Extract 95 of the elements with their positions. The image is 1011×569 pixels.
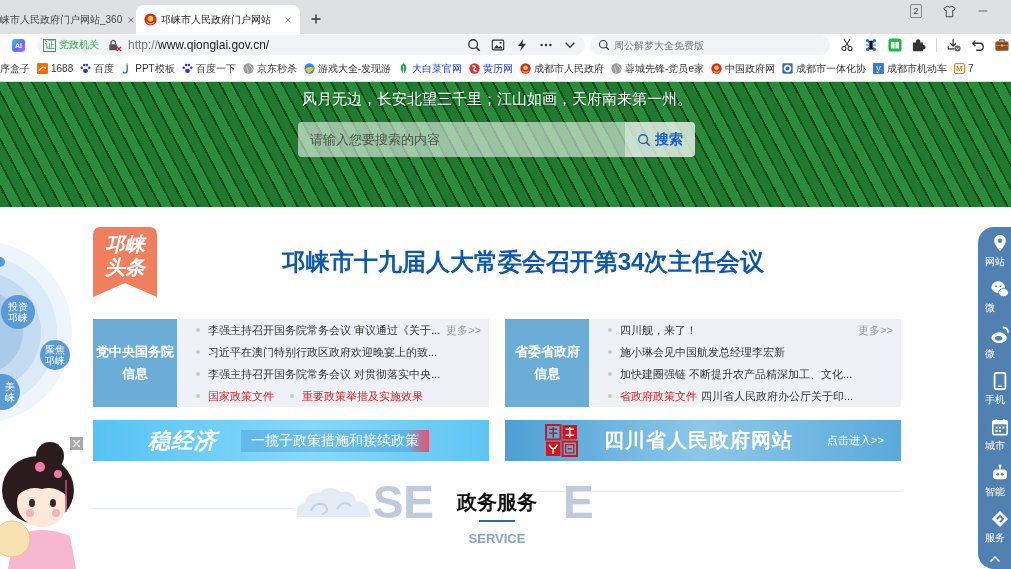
toolbar-item[interactable]: 微 bbox=[978, 326, 1011, 372]
bookmark-item[interactable]: 黄历网 bbox=[469, 61, 514, 76]
news-link[interactable]: 四川省人民政府办公厅关于印... bbox=[701, 388, 854, 404]
bookmark-item[interactable]: 成都市人民政府 bbox=[520, 61, 605, 76]
search-field[interactable]: 周公解梦大全免费版 bbox=[590, 35, 830, 55]
bookmark-item[interactable]: y 成都市机动车 bbox=[872, 61, 947, 76]
browser-tab[interactable]: 崃市人民政府门户网站_360 bbox=[0, 5, 136, 34]
search-icon bbox=[637, 132, 651, 147]
bookmark-item[interactable]: 大白菜官网 bbox=[398, 61, 463, 76]
calendar-icon bbox=[991, 418, 1009, 436]
bookmark-item[interactable]: 蓉城先锋-党员e家 bbox=[611, 61, 704, 76]
bullet-icon bbox=[608, 372, 612, 376]
bullet-icon bbox=[608, 350, 612, 354]
bookmark-item[interactable]: 百度 bbox=[80, 61, 115, 76]
lock-icon[interactable] bbox=[108, 38, 122, 52]
letter-tile: M bbox=[953, 63, 965, 74]
scissors-icon[interactable] bbox=[840, 38, 854, 52]
section-title: 政务服务 bbox=[457, 491, 537, 513]
background-letters: E bbox=[563, 482, 594, 522]
bubble-icon[interactable] bbox=[0, 257, 5, 267]
phone-icon bbox=[991, 372, 1009, 390]
news-link[interactable]: 习近平在澳门特别行政区政府欢迎晚宴上的致... bbox=[208, 344, 438, 360]
bookmark-item[interactable]: PPT模板 bbox=[121, 61, 175, 76]
bullet-icon bbox=[290, 394, 294, 398]
bookmark-item[interactable]: 百度一下 bbox=[181, 61, 236, 76]
bookmark-item[interactable]: 1688 bbox=[37, 63, 74, 74]
bookmark-item[interactable]: 中国政府网 bbox=[710, 61, 775, 76]
bookmark-item[interactable]: 成都市一体化协 bbox=[781, 61, 866, 76]
slogan-text: 风月无边，长安北望三千里；江山如画，天府南来第一州。 bbox=[300, 90, 693, 108]
ball-icon bbox=[303, 63, 315, 74]
bullet-icon bbox=[196, 328, 200, 332]
search-button[interactable]: 搜索 bbox=[625, 122, 695, 157]
bookmark-item[interactable]: M 7 bbox=[953, 63, 974, 74]
toolbar-item[interactable]: 微 bbox=[978, 280, 1011, 326]
panel-label: 省委省政府 信息 bbox=[505, 319, 589, 407]
headline-badge: 邛崃 头条 bbox=[93, 227, 157, 297]
bullet-icon bbox=[608, 394, 612, 398]
briefcase-icon[interactable] bbox=[995, 38, 1009, 52]
headline-link[interactable]: 邛崃市十九届人大常委会召开第34次主任会议 bbox=[157, 246, 901, 278]
seal-icon bbox=[545, 424, 578, 457]
banner-title: 四川省人民政府网站 bbox=[604, 428, 793, 453]
section-subtitle: SERVICE bbox=[468, 531, 526, 546]
news-link[interactable]: 李强主持召开国务院常务会议 审议通过《关于... bbox=[208, 322, 441, 338]
emblem-icon bbox=[710, 63, 722, 74]
news-link[interactable]: 加快建圈强链 不断提升农产品精深加工、文化... bbox=[620, 366, 853, 382]
background-letters: SE bbox=[372, 482, 434, 522]
address-bar[interactable]: 证 党政机关 http://www.qionglai.gov.cn/ bbox=[37, 35, 585, 55]
bullet-icon bbox=[196, 350, 200, 354]
search-icon bbox=[598, 39, 610, 51]
paw-icon bbox=[181, 63, 193, 74]
certificate-mark: 证 bbox=[43, 38, 56, 52]
bullet-icon bbox=[196, 394, 200, 398]
magnifier-icon[interactable] bbox=[467, 38, 481, 52]
book-icon[interactable] bbox=[888, 38, 902, 52]
globe-icon bbox=[611, 63, 623, 74]
category-link[interactable]: 重要政策举措及实施效果 bbox=[302, 388, 423, 404]
news-link[interactable]: 施小琳会见中国航发总经理李宏新 bbox=[620, 344, 785, 360]
toolbar-item[interactable]: 智能 bbox=[978, 464, 1011, 510]
letter-tile: y bbox=[872, 63, 884, 74]
undo-icon[interactable] bbox=[971, 38, 985, 52]
category-link[interactable]: 国家政策文件 bbox=[208, 388, 274, 404]
ring-tile-icon bbox=[781, 63, 793, 74]
shirt-icon[interactable] bbox=[943, 4, 956, 18]
bookmark-item[interactable]: 序盒子 bbox=[0, 61, 30, 76]
squiggle-tile-icon bbox=[37, 63, 48, 74]
toolbar-item[interactable]: 网站 bbox=[978, 234, 1011, 280]
news-link[interactable]: 李强主持召开国务院常务会议 对贯彻落实中央... bbox=[208, 366, 441, 382]
download-icon[interactable] bbox=[947, 38, 961, 52]
bullet-icon bbox=[196, 372, 200, 376]
globe-icon bbox=[242, 63, 254, 74]
toolbar-item[interactable]: 服务 bbox=[978, 510, 1011, 556]
bullet-icon bbox=[608, 328, 612, 332]
news-link[interactable]: 四川舰，来了！ bbox=[620, 322, 697, 338]
bookmark-item[interactable]: 京东秒杀 bbox=[242, 61, 297, 76]
emblem-icon bbox=[520, 63, 532, 74]
category-link[interactable]: 省政府政策文件 bbox=[620, 388, 697, 404]
panel-label: 党中央国务院 信息 bbox=[93, 319, 177, 407]
tab-count-button[interactable]: 2 bbox=[910, 4, 922, 18]
network-icon[interactable] bbox=[864, 38, 878, 52]
browser-tab[interactable]: 邛崃市人民政府门户网站 bbox=[136, 5, 300, 34]
plus-icon[interactable] bbox=[310, 13, 322, 25]
image-icon[interactable] bbox=[491, 38, 505, 52]
banner-action: 点击进入>> bbox=[827, 433, 884, 448]
close-icon[interactable] bbox=[283, 14, 293, 25]
bookmark-item[interactable]: 游戏大全-发现游 bbox=[303, 61, 392, 76]
toolbar-item[interactable]: 城市 bbox=[978, 418, 1011, 464]
site-category-label: 党政机关 bbox=[59, 38, 99, 52]
url-text: http://www.qionglai.gov.cn/ bbox=[128, 38, 270, 52]
swirl-icon bbox=[469, 63, 481, 74]
close-icon[interactable] bbox=[126, 14, 137, 25]
toolbar-item[interactable]: 手机 bbox=[978, 372, 1011, 418]
puzzle-icon[interactable] bbox=[912, 38, 926, 52]
banner-subtitle: 一揽子政策措施和接续政策 bbox=[241, 429, 429, 452]
search-field[interactable]: 请输入您要搜索的内容 bbox=[298, 122, 625, 157]
paw-icon bbox=[80, 63, 92, 74]
